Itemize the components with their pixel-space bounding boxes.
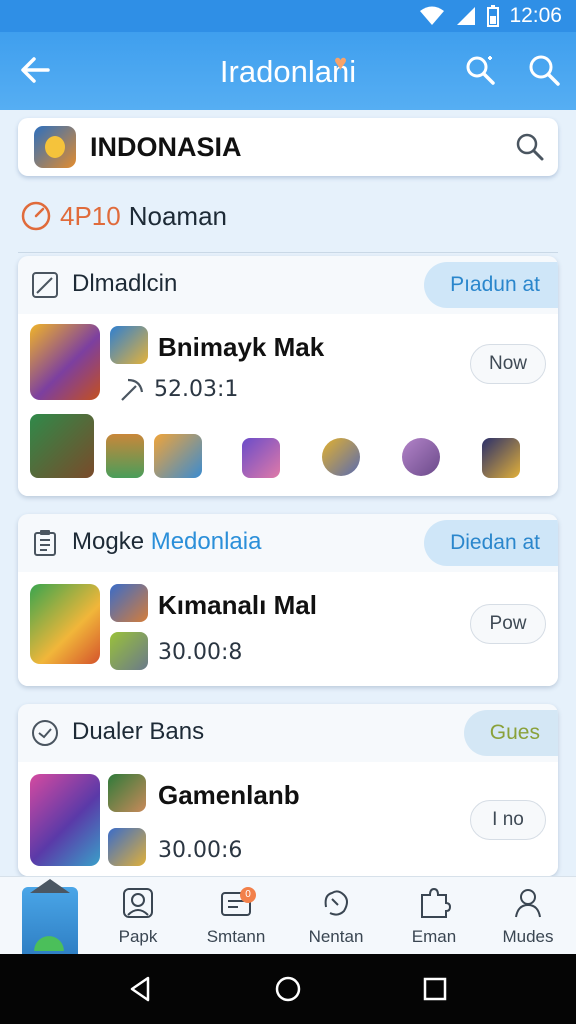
- game-meta: 30.00:8: [158, 640, 243, 665]
- card-title: Dualer Bans: [72, 718, 205, 745]
- card-body: Bnimayk Mak 52.03:1 Now: [18, 314, 558, 496]
- nav-smtann[interactable]: Smtann: [186, 877, 286, 955]
- nav-label: Mudes: [502, 927, 554, 946]
- game-card: Mogke Medonlaia Diedan at Kımanalı Mal 3…: [18, 514, 558, 686]
- home-circle-icon[interactable]: [273, 974, 303, 1004]
- home-icon: [22, 879, 78, 955]
- icon-row: [18, 414, 558, 494]
- game-icon[interactable]: [322, 438, 360, 476]
- game-title[interactable]: Bnimayk Mak: [158, 332, 324, 363]
- search-input[interactable]: INDONASIA: [90, 132, 242, 163]
- game-icon: [110, 584, 148, 622]
- nav-mudes[interactable]: Mudes: [478, 877, 576, 955]
- nav-label: Papk: [118, 927, 158, 946]
- card-title: Mogke Medonlaia: [72, 528, 262, 555]
- check-circle-icon: [32, 720, 58, 746]
- gauge-icon: [21, 201, 51, 231]
- card-body: Gamenlanb 30.00:6 I no: [18, 762, 558, 876]
- nav-nentan[interactable]: Nentan: [286, 877, 386, 955]
- game-meta: 30.00:6: [158, 838, 243, 863]
- card-action-pill[interactable]: Gues: [463, 710, 558, 756]
- recents-icon[interactable]: [420, 974, 450, 1004]
- section-label: Noaman: [128, 200, 228, 231]
- game-thumbnail[interactable]: [30, 324, 100, 400]
- nav-label: Eman: [411, 927, 457, 946]
- card-header: Dualer Bans Gues: [18, 704, 558, 760]
- back-icon[interactable]: [126, 974, 156, 1004]
- search-bar[interactable]: INDONASIA: [18, 118, 558, 176]
- edit-icon: [32, 272, 58, 298]
- game-icon[interactable]: [106, 434, 144, 478]
- game-icon: [110, 326, 148, 364]
- wifi-icon: [420, 6, 445, 25]
- card-action-pill[interactable]: Pıadun at: [424, 262, 558, 308]
- status-bar: 12:06: [0, 0, 576, 32]
- divider: [18, 252, 558, 253]
- game-card: Dualer Bans Gues Gamenlanb 30.00:6 I no: [18, 704, 558, 876]
- game-meta: 52.03:1: [118, 376, 238, 404]
- clipboard-icon: [34, 530, 56, 556]
- card-action-pill[interactable]: Diedan at: [424, 520, 558, 566]
- game-icon: [108, 774, 146, 812]
- game-title[interactable]: Kımanalı Mal: [158, 590, 317, 621]
- app-logo-icon: [34, 126, 76, 168]
- search-icon[interactable]: [526, 52, 562, 88]
- game-icon[interactable]: [242, 438, 280, 478]
- game-thumbnail[interactable]: [30, 584, 100, 664]
- signal-icon: [457, 7, 476, 25]
- game-icon: [108, 828, 146, 866]
- info-button[interactable]: I no: [470, 800, 546, 840]
- notification-badge: 0: [240, 887, 256, 903]
- pow-button[interactable]: Pow: [470, 604, 546, 644]
- app-bar: Iradonlani ♥: [0, 32, 576, 110]
- game-icon[interactable]: [30, 414, 94, 478]
- nav-home[interactable]: [0, 877, 100, 955]
- nav-eman[interactable]: Eman: [384, 877, 484, 955]
- search-sparkle-icon[interactable]: [462, 52, 498, 88]
- game-icon[interactable]: [402, 438, 440, 476]
- pickaxe-icon: [121, 378, 144, 401]
- card-title: Dlmadlcin: [72, 270, 178, 297]
- bottom-nav: Papk Smtann 0 Nentan Eman Mudes: [0, 876, 576, 955]
- nav-label: Smtann: [206, 927, 266, 946]
- nav-papk[interactable]: Papk: [88, 877, 188, 955]
- heart-icon: ♥: [334, 50, 348, 75]
- game-icon[interactable]: [154, 434, 202, 478]
- card-body: Kımanalı Mal 30.00:8 Pow: [18, 572, 558, 686]
- profile-icon: [123, 888, 153, 918]
- user-icon: [515, 889, 541, 918]
- clock: 12:06: [509, 4, 562, 27]
- game-icon: [110, 632, 148, 670]
- system-nav-bar: [0, 954, 576, 1024]
- card-header: Dlmadlcin Pıadun at: [18, 256, 558, 312]
- battery-icon: [487, 5, 500, 27]
- card-header: Mogke Medonlaia Diedan at: [18, 514, 558, 570]
- section-header: 4P10 Noaman: [20, 200, 227, 232]
- hand-icon: [324, 890, 348, 916]
- search-icon[interactable]: [514, 131, 546, 163]
- puzzle-icon: [421, 887, 452, 918]
- game-thumbnail[interactable]: [30, 774, 100, 866]
- now-button[interactable]: Now: [470, 344, 546, 384]
- game-title[interactable]: Gamenlanb: [158, 780, 300, 811]
- nav-label: Nentan: [308, 927, 364, 946]
- game-icon[interactable]: [482, 438, 520, 478]
- game-card: Dlmadlcin Pıadun at Bnimayk Mak 52.03:1 …: [18, 256, 558, 496]
- section-number: 4P10: [60, 200, 121, 231]
